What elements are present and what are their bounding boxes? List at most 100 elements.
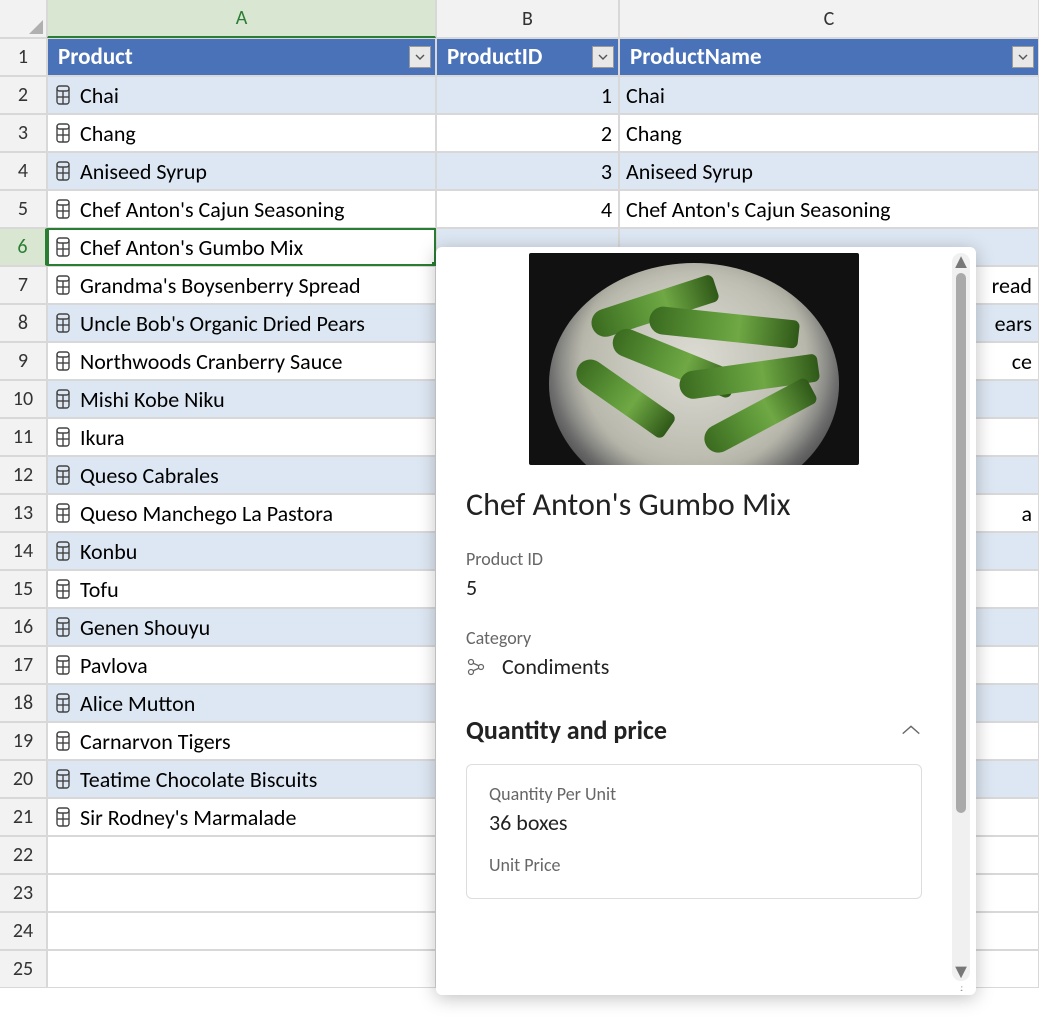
filter-productid[interactable] [592, 46, 614, 68]
section-title: Quantity and price [466, 714, 667, 746]
cell-product-4[interactable]: Aniseed Syrup [47, 152, 436, 190]
cell-product-20[interactable]: Teatime Chocolate Biscuits [47, 760, 436, 798]
cell-product-6[interactable]: Chef Anton's Gumbo Mix [47, 228, 436, 266]
cell-product-10[interactable]: Mishi Kobe Niku [47, 380, 436, 418]
scroll-up-arrow[interactable]: ▲ [952, 253, 970, 271]
cell-product-13[interactable]: Queso Manchego La Pastora [47, 494, 436, 532]
cell-product-18[interactable]: Alice Mutton [47, 684, 436, 722]
cell-name-5[interactable]: Chef Anton's Cajun Seasoning [619, 190, 1039, 228]
linked-data-icon [54, 388, 72, 410]
quantity-price-section-toggle[interactable]: Quantity and price [466, 714, 922, 746]
row-header-5[interactable]: 5 [0, 190, 47, 228]
row-header-18[interactable]: 18 [0, 684, 47, 722]
cell-product-11[interactable]: Ikura [47, 418, 436, 456]
cell-id-5[interactable]: 4 [436, 190, 619, 228]
linked-data-icon [54, 730, 72, 752]
filter-productname[interactable] [1012, 46, 1034, 68]
row-header-21[interactable]: 21 [0, 798, 47, 836]
product-id-label: Product ID [466, 548, 922, 570]
cell-id-3[interactable]: 2 [436, 114, 619, 152]
cell-product-2[interactable]: Chai [47, 76, 436, 114]
row-header-24[interactable]: 24 [0, 912, 47, 950]
row-header-4[interactable]: 4 [0, 152, 47, 190]
cell-product-21[interactable]: Sir Rodney's Marmalade [47, 798, 436, 836]
row-header-17[interactable]: 17 [0, 646, 47, 684]
linked-data-icon [54, 768, 72, 790]
row-header-3[interactable]: 3 [0, 114, 47, 152]
cell-product-9[interactable]: Northwoods Cranberry Sauce [47, 342, 436, 380]
row-header-6[interactable]: 6 [0, 228, 47, 266]
linked-data-icon [54, 692, 72, 714]
cell-product-17[interactable]: Pavlova [47, 646, 436, 684]
table-header-product[interactable]: Product [47, 38, 436, 76]
quantity-price-card: Quantity Per Unit 36 boxes Unit Price [466, 764, 922, 899]
row-header-2[interactable]: 2 [0, 76, 47, 114]
product-id-value: 5 [466, 574, 922, 601]
table-header-productname[interactable]: ProductName [619, 38, 1039, 76]
row-header-19[interactable]: 19 [0, 722, 47, 760]
cell-id-4[interactable]: 3 [436, 152, 619, 190]
col-header-b[interactable]: B [436, 0, 619, 38]
cell-name-2[interactable]: Chai [619, 76, 1039, 114]
row-header-20[interactable]: 20 [0, 760, 47, 798]
cell-name-3[interactable]: Chang [619, 114, 1039, 152]
card-title: Chef Anton's Gumbo Mix [466, 485, 922, 524]
col-header-c[interactable]: C [619, 0, 1039, 38]
linked-data-icon [54, 198, 72, 220]
linked-data-icon [54, 160, 72, 182]
linked-data-icon [54, 84, 72, 106]
cell-product-19[interactable]: Carnarvon Tigers [47, 722, 436, 760]
scroll-down-arrow[interactable]: ▼ [952, 963, 970, 981]
category-label: Category [466, 627, 922, 649]
cell-product-12[interactable]: Queso Cabrales [47, 456, 436, 494]
row-header-16[interactable]: 16 [0, 608, 47, 646]
linked-data-icon [54, 312, 72, 334]
row-header-22[interactable]: 22 [0, 836, 47, 874]
cell-product-8[interactable]: Uncle Bob's Organic Dried Pears [47, 304, 436, 342]
table-header-productid[interactable]: ProductID [436, 38, 619, 76]
cell-product-16[interactable]: Genen Shouyu [47, 608, 436, 646]
row-header-15[interactable]: 15 [0, 570, 47, 608]
cell-name-4[interactable]: Aniseed Syrup [619, 152, 1039, 190]
row-header-7[interactable]: 7 [0, 266, 47, 304]
row-header-14[interactable]: 14 [0, 532, 47, 570]
linked-data-icon [54, 502, 72, 524]
row-header-12[interactable]: 12 [0, 456, 47, 494]
qpu-label: Quantity Per Unit [489, 783, 899, 805]
qpu-value: 36 boxes [489, 809, 899, 836]
cell-a22[interactable] [47, 836, 436, 874]
linked-data-icon [54, 540, 72, 562]
data-card: Chef Anton's Gumbo Mix Product ID 5 Cate… [436, 247, 976, 995]
row-header-10[interactable]: 10 [0, 380, 47, 418]
linked-data-icon [54, 122, 72, 144]
row-header-11[interactable]: 11 [0, 418, 47, 456]
row-header-1[interactable]: 1 [0, 38, 47, 76]
card-resize-handle[interactable]: .: [960, 981, 972, 993]
linked-data-icon [54, 806, 72, 828]
cell-a25[interactable] [47, 950, 436, 988]
card-scrollbar[interactable]: ▲ ▼ [952, 253, 970, 981]
cell-product-5[interactable]: Chef Anton's Cajun Seasoning [47, 190, 436, 228]
row-header-9[interactable]: 9 [0, 342, 47, 380]
linked-data-icon [54, 578, 72, 600]
cell-product-7[interactable]: Grandma's Boysenberry Spread [47, 266, 436, 304]
cell-id-2[interactable]: 1 [436, 76, 619, 114]
linked-data-icon [54, 616, 72, 638]
row-header-8[interactable]: 8 [0, 304, 47, 342]
cell-product-3[interactable]: Chang [47, 114, 436, 152]
row-header-25[interactable]: 25 [0, 950, 47, 988]
col-header-a[interactable]: A [47, 0, 436, 38]
cell-product-14[interactable]: Konbu [47, 532, 436, 570]
cell-a24[interactable] [47, 912, 436, 950]
scroll-thumb[interactable] [956, 273, 966, 813]
linked-data-icon [54, 464, 72, 486]
cell-a23[interactable] [47, 874, 436, 912]
filter-product[interactable] [409, 46, 431, 68]
linked-data-icon [54, 236, 72, 258]
cell-product-15[interactable]: Tofu [47, 570, 436, 608]
select-all-corner[interactable] [0, 0, 47, 38]
linked-data-icon [54, 654, 72, 676]
chevron-up-icon [900, 723, 922, 737]
row-header-23[interactable]: 23 [0, 874, 47, 912]
row-header-13[interactable]: 13 [0, 494, 47, 532]
